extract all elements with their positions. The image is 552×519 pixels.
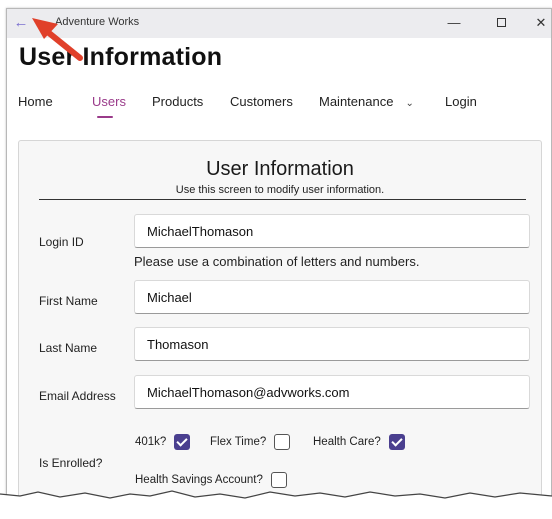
checkbox-flex-time-label: Flex Time? [210, 436, 267, 448]
page-title: User Information [19, 43, 223, 71]
nav-users[interactable]: Users [92, 94, 126, 109]
user-form-card: User Information Use this screen to modi… [18, 140, 542, 512]
first-name-value: Michael [147, 290, 192, 305]
close-button[interactable]: ✕ [531, 14, 551, 32]
login-id-label: Login ID [39, 235, 84, 249]
nav-home[interactable]: Home [18, 94, 53, 109]
minimize-button[interactable]: — [444, 14, 464, 32]
email-label: Email Address [39, 389, 116, 403]
title-bar: ← Adventure Works — ✕ [7, 9, 551, 38]
torn-edge [0, 490, 552, 519]
email-field[interactable]: MichaelThomason@advworks.com [134, 375, 530, 409]
checkbox-health-savings-label: Health Savings Account? [135, 474, 263, 486]
last-name-field[interactable]: Thomason [134, 327, 530, 361]
form-title: User Information [206, 158, 354, 180]
form-subtitle: Use this screen to modify user informati… [175, 184, 385, 196]
email-value: MichaelThomason@advworks.com [147, 385, 350, 400]
nav-customers[interactable]: Customers [230, 94, 293, 109]
app-window: ← Adventure Works — ✕ User Information H… [6, 8, 552, 513]
chevron-down-icon: ⌄ [405, 98, 414, 109]
checkbox-health-care[interactable]: Health Care? [313, 434, 405, 450]
last-name-value: Thomason [147, 337, 209, 352]
login-id-value: MichaelThomason [147, 224, 254, 239]
nav-maintenance-label: Maintenance [319, 94, 394, 109]
login-id-field[interactable]: MichaelThomason [134, 214, 530, 248]
app-title: Adventure Works [55, 16, 140, 28]
nav-products[interactable]: Products [152, 94, 203, 109]
nav-login[interactable]: Login [445, 94, 477, 109]
checkbox-flex-time[interactable]: Flex Time? [210, 434, 291, 450]
checkbox-checked-icon [388, 434, 405, 450]
enrolled-label: Is Enrolled? [39, 456, 103, 470]
back-arrow-icon[interactable]: ← [13, 15, 29, 31]
checkbox-401k-label: 401k? [135, 436, 167, 448]
last-name-label: Last Name [39, 341, 98, 355]
nav-maintenance[interactable]: Maintenance ⌄ [319, 94, 414, 109]
nav-active-indicator [97, 116, 113, 118]
login-id-hint: Please use a combination of letters and … [134, 254, 420, 269]
checkbox-unchecked-icon [274, 434, 291, 450]
first-name-field[interactable]: Michael [134, 280, 530, 314]
first-name-label: First Name [39, 294, 98, 308]
maximize-icon [496, 18, 506, 27]
checkbox-checked-icon [174, 434, 191, 450]
checkbox-health-care-label: Health Care? [313, 436, 381, 448]
divider [39, 199, 526, 200]
nav-bar: Home Users Products Customers Maintenanc… [7, 94, 551, 124]
maximize-button[interactable] [491, 14, 511, 32]
checkbox-401k[interactable]: 401k? [135, 434, 191, 450]
